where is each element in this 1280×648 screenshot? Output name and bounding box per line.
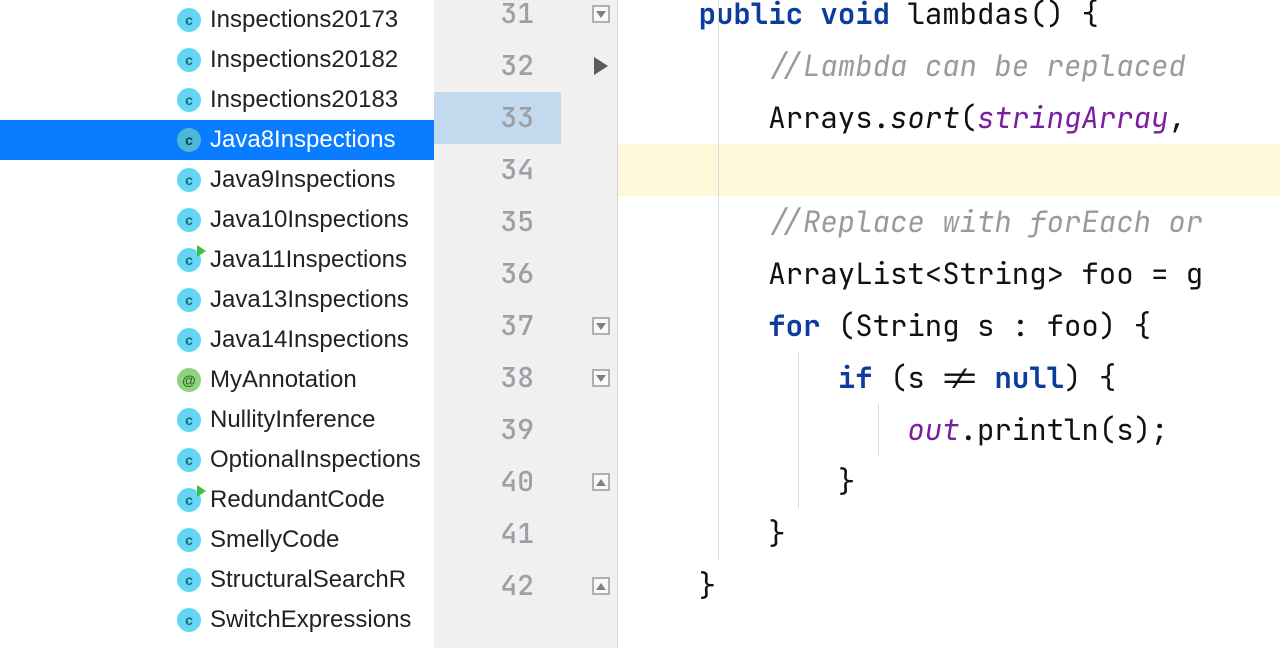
code-line-34[interactable] <box>618 144 1280 196</box>
class-icon: c <box>177 288 201 312</box>
tree-item-java13inspections[interactable]: c Java13Inspections <box>0 280 434 320</box>
tree-item-inspections20182[interactable]: c Inspections20182 <box>0 40 434 80</box>
code-line-32[interactable]: //Lambda can be replaced <box>618 40 1280 92</box>
tree-item-switchexpressions[interactable]: c SwitchExpressions <box>0 600 434 640</box>
line-number[interactable]: 32 <box>434 40 561 92</box>
line-number[interactable]: 33 <box>434 92 561 144</box>
class-icon: c <box>177 8 201 32</box>
run-gutter-icon[interactable] <box>594 57 608 75</box>
tree-item-label: SmellyCode <box>210 526 339 554</box>
class-icon: c <box>177 208 201 232</box>
code-line-42[interactable]: } <box>618 560 1280 612</box>
class-icon: c <box>177 448 201 472</box>
class-icon: c <box>177 408 201 432</box>
class-icon: c <box>177 328 201 352</box>
line-number[interactable]: 31 <box>434 0 561 40</box>
tree-item-java10inspections[interactable]: c Java10Inspections <box>0 200 434 240</box>
code-line-31[interactable]: public void lambdas() { <box>618 0 1280 40</box>
tree-item-label: Inspections20182 <box>210 46 398 74</box>
line-number[interactable]: 34 <box>434 144 561 196</box>
project-tree: c Inspections20173 c Inspections20182 c … <box>0 0 434 648</box>
fold-expand-icon[interactable] <box>592 577 610 595</box>
tree-item-java8inspections[interactable]: c Java8Inspections <box>0 120 434 160</box>
code-line-37[interactable]: for (String s : foo) { <box>618 300 1280 352</box>
class-runnable-icon: c <box>177 248 201 272</box>
fold-collapse-icon[interactable] <box>592 369 610 387</box>
line-numbers: 31 32 33 34 35 36 37 38 39 40 41 42 <box>434 0 561 612</box>
code-line-38[interactable]: if (s != null) { <box>618 352 1280 404</box>
tree-item-optionalinspections[interactable]: c OptionalInspections <box>0 440 434 480</box>
fold-collapse-icon[interactable] <box>592 5 610 23</box>
tree-item-label: Java8Inspections <box>210 126 395 154</box>
class-icon: c <box>177 608 201 632</box>
tree-item-label: Java9Inspections <box>210 166 395 194</box>
class-icon: c <box>177 528 201 552</box>
fold-expand-icon[interactable] <box>592 473 610 491</box>
tree-item-label: MyAnnotation <box>210 366 357 394</box>
tree-item-java14inspections[interactable]: c Java14Inspections <box>0 320 434 360</box>
tree-item-label: OptionalInspections <box>210 446 421 474</box>
code-editor[interactable]: public void lambdas() { //Lambda can be … <box>618 0 1280 648</box>
class-icon: c <box>177 168 201 192</box>
tree-item-inspections20183[interactable]: c Inspections20183 <box>0 80 434 120</box>
code-line-35[interactable]: //Replace with forEach or <box>618 196 1280 248</box>
line-number[interactable]: 38 <box>434 352 561 404</box>
code-line-41[interactable]: } <box>618 508 1280 560</box>
code-line-33[interactable]: Arrays.sort(stringArray, <box>618 92 1280 144</box>
class-icon: c <box>177 88 201 112</box>
runnable-marker-icon <box>197 245 206 257</box>
tree-item-label: Java13Inspections <box>210 286 409 314</box>
tree-item-label: Inspections20183 <box>210 86 398 114</box>
class-icon: c <box>177 128 201 152</box>
tree-item-nullityinference[interactable]: c NullityInference <box>0 400 434 440</box>
runnable-marker-icon <box>197 485 206 497</box>
fold-collapse-icon[interactable] <box>592 317 610 335</box>
tree-item-myannotation[interactable]: @ MyAnnotation <box>0 360 434 400</box>
line-number[interactable]: 39 <box>434 404 561 456</box>
tree-item-label: Java11Inspections <box>210 246 407 274</box>
tree-item-label: NullityInference <box>210 406 375 434</box>
tree-item-structuralsearchr[interactable]: c StructuralSearchR <box>0 560 434 600</box>
class-icon: c <box>177 48 201 72</box>
line-number[interactable]: 35 <box>434 196 561 248</box>
line-number[interactable]: 41 <box>434 508 561 560</box>
line-number[interactable]: 37 <box>434 300 561 352</box>
code-line-39[interactable]: out.println(s); <box>618 404 1280 456</box>
class-runnable-icon: c <box>177 488 201 512</box>
line-number[interactable]: 42 <box>434 560 561 612</box>
annotation-icon: @ <box>177 368 201 392</box>
line-number[interactable]: 40 <box>434 456 561 508</box>
code-line-36[interactable]: ArrayList<String> foo = g <box>618 248 1280 300</box>
tree-item-label: StructuralSearchR <box>210 566 406 594</box>
tree-item-inspections20173[interactable]: c Inspections20173 <box>0 0 434 40</box>
editor-gutter: 31 32 33 34 35 36 37 38 39 40 41 42 <box>434 0 618 648</box>
tree-item-label: Java14Inspections <box>210 326 409 354</box>
gutter-icons-column <box>585 0 617 612</box>
tree-item-label: Inspections20173 <box>210 6 398 34</box>
tree-item-label: SwitchExpressions <box>210 606 411 634</box>
tree-item-smellycode[interactable]: c SmellyCode <box>0 520 434 560</box>
tree-item-redundantcode[interactable]: c RedundantCode <box>0 480 434 520</box>
tree-item-label: Java10Inspections <box>210 206 409 234</box>
line-number[interactable]: 36 <box>434 248 561 300</box>
tree-item-java11inspections[interactable]: c Java11Inspections <box>0 240 434 280</box>
tree-item-java9inspections[interactable]: c Java9Inspections <box>0 160 434 200</box>
class-icon: c <box>177 568 201 592</box>
code-line-40[interactable]: } <box>618 456 1280 508</box>
tree-item-label: RedundantCode <box>210 486 385 514</box>
